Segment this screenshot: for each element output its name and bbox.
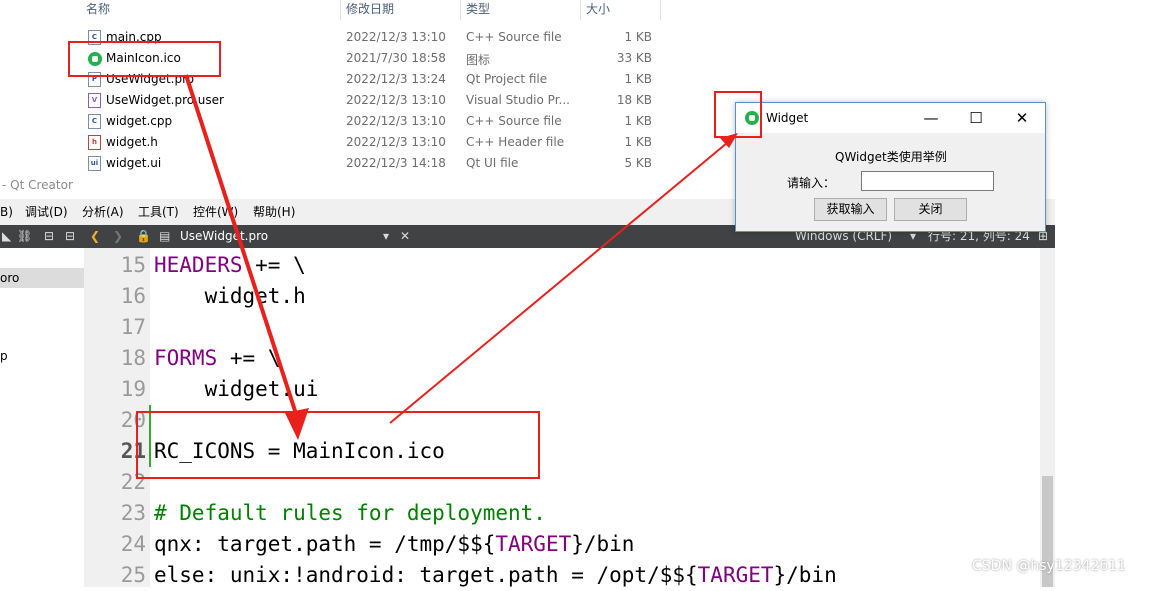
line-number: 25	[120, 563, 146, 587]
maximize-button[interactable]: ☐	[954, 103, 998, 133]
close-icon[interactable]: ✕	[400, 225, 410, 248]
column-divider[interactable]	[460, 0, 461, 20]
text-input[interactable]	[861, 171, 994, 191]
sidebar-item[interactable]: p	[0, 349, 8, 363]
column-type-header[interactable]: 类型	[466, 0, 490, 20]
watermark: CSDN @hsy12342611	[972, 558, 1127, 574]
sidebar-item-label: oro	[0, 271, 20, 285]
file-size: 18 KB	[616, 93, 652, 107]
close-sidebar-icon[interactable]: ⊟	[65, 225, 75, 248]
pro-file-icon: ▤	[159, 229, 171, 243]
annotation-box-rc-icons	[136, 411, 540, 479]
code-line[interactable]: else: unix:!android: target.path = /opt/…	[154, 560, 837, 591]
file-size: 1 KB	[624, 114, 652, 128]
filter-icon[interactable]: ◣	[2, 225, 11, 248]
ui-file-icon: ui	[88, 156, 101, 171]
code-line[interactable]: HEADERS += \	[154, 250, 306, 281]
code-comment[interactable]: # Default rules for deployment.	[154, 498, 546, 529]
menu-controls[interactable]: 控件(W)	[193, 199, 238, 225]
project-sidebar: oro p	[0, 248, 85, 587]
line-number: 18	[120, 346, 146, 370]
file-date: 2022/12/3 13:10	[346, 114, 446, 128]
widget-title-bar[interactable]: Widget — ☐ ✕	[736, 103, 1045, 133]
open-file-name[interactable]: UseWidget.pro	[180, 225, 268, 248]
line-number: 16	[120, 284, 146, 308]
sidebar-item-selected[interactable]: oro	[0, 268, 84, 288]
line-number: 23	[120, 501, 146, 525]
file-type: 图标	[466, 53, 491, 67]
annotation-box-title-icon	[714, 91, 762, 138]
window-title: - Qt Creator	[2, 178, 73, 192]
file-row[interactable]: ui widget.ui 2022/12/3 14:18 Qt UI file …	[80, 154, 660, 172]
user-file-icon: V	[88, 93, 101, 108]
column-divider[interactable]	[580, 0, 581, 20]
file-row[interactable]: C widget.cpp 2022/12/3 13:10 C++ Source …	[80, 112, 660, 133]
column-date-header[interactable]: 修改日期	[346, 0, 394, 20]
close-dialog-button[interactable]: 关闭	[894, 198, 967, 221]
file-date: 2021/7/30 18:58	[346, 51, 446, 65]
file-date: 2022/12/3 13:24	[346, 72, 446, 86]
file-type: C++ Source file	[466, 114, 562, 128]
file-size: 33 KB	[616, 51, 652, 65]
file-type: Visual Studio Pr...	[466, 93, 570, 107]
menu-analyze[interactable]: 分析(A)	[82, 199, 124, 225]
file-name: widget.h	[106, 135, 158, 149]
widget-window: Widget — ☐ ✕ QWidget类使用举例 请输入： 获取输入 关闭	[735, 102, 1046, 232]
widget-title: Widget	[766, 111, 809, 125]
line-number: 17	[120, 315, 146, 339]
file-date: 2022/12/3 13:10	[346, 93, 446, 107]
close-button[interactable]: ✕	[1000, 103, 1044, 133]
file-size: 1 KB	[624, 72, 652, 86]
get-input-button[interactable]: 获取输入	[814, 198, 887, 221]
file-row[interactable]: V UseWidget.pro.user 2022/12/3 13:10 Vis…	[80, 91, 660, 112]
file-date: 2022/12/3 13:10	[346, 30, 446, 44]
annotation-box-ico	[68, 41, 221, 77]
file-row[interactable]: h widget.h 2022/12/3 13:10 C++ Header fi…	[80, 133, 660, 154]
file-size: 1 KB	[624, 135, 652, 149]
minimize-button[interactable]: —	[909, 103, 953, 133]
widget-heading: QWidget类使用举例	[835, 150, 947, 164]
column-divider[interactable]	[660, 0, 661, 20]
file-name: widget.ui	[106, 156, 162, 170]
line-number: 19	[120, 377, 146, 401]
menu-debug[interactable]: 调试(D)	[25, 199, 68, 225]
file-name: UseWidget.pro.user	[106, 93, 224, 107]
column-size-header[interactable]: 大小	[586, 0, 610, 20]
code-line[interactable]: FORMS += \	[154, 343, 280, 374]
file-date: 2022/12/3 14:18	[346, 156, 446, 170]
file-type: C++ Source file	[466, 30, 562, 44]
menu-help[interactable]: 帮助(H)	[253, 199, 295, 225]
split-icon[interactable]: ⊟	[44, 225, 54, 248]
forward-icon[interactable]: ❯	[113, 225, 123, 248]
menu-tools[interactable]: 工具(T)	[138, 199, 179, 225]
line-number: 24	[120, 532, 146, 556]
file-type: Qt UI file	[466, 156, 519, 170]
file-size: 5 KB	[624, 156, 652, 170]
link-icon[interactable]: ⛓	[17, 225, 32, 248]
code-line[interactable]: qnx: target.path = /tmp/$${TARGET}/bin	[154, 529, 634, 560]
input-label: 请输入：	[787, 176, 836, 190]
lock-icon: 🔒	[136, 229, 151, 243]
editor-scrollbar[interactable]	[1040, 248, 1055, 587]
column-name-header[interactable]: 名称	[86, 0, 110, 20]
file-size: 1 KB	[624, 30, 652, 44]
file-date: 2022/12/3 13:10	[346, 135, 446, 149]
menu-build[interactable]: B)	[0, 199, 13, 225]
file-type: C++ Header file	[466, 135, 565, 149]
file-type: Qt Project file	[466, 72, 548, 86]
cpp-file-icon: C	[88, 114, 101, 129]
column-divider[interactable]	[340, 0, 341, 20]
line-number: 15	[120, 253, 146, 277]
file-name: widget.cpp	[106, 114, 173, 128]
back-icon[interactable]: ❮	[90, 225, 100, 248]
chevron-down-icon[interactable]: ▾	[383, 225, 389, 248]
code-line[interactable]: widget.h	[154, 281, 306, 312]
header-file-icon: h	[88, 135, 101, 150]
code-line[interactable]: widget.ui	[154, 374, 319, 405]
